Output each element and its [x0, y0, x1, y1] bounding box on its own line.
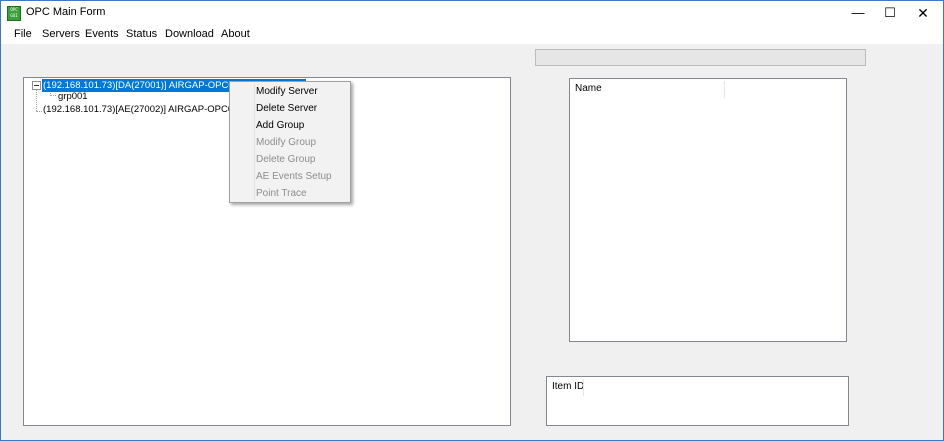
- menu-item-delete-group: Delete Group: [256, 154, 316, 165]
- menu-file[interactable]: File: [14, 28, 32, 40]
- column-header-item-id[interactable]: Item ID: [547, 377, 584, 397]
- menu-bar: File Servers Events Status Download Abou…: [1, 25, 943, 44]
- tree-connector: [50, 95, 56, 96]
- menu-gutter: [254, 84, 255, 200]
- minimize-button[interactable]: —: [841, 1, 875, 25]
- menu-item-add-group[interactable]: Add Group: [256, 117, 304, 134]
- window-title: OPC Main Form: [26, 6, 106, 18]
- menu-item-ae-events-setup: AE Events Setup: [256, 171, 332, 182]
- tree-node-group[interactable]: grp001: [57, 90, 89, 103]
- maximize-button[interactable]: ☐: [873, 1, 907, 25]
- menu-servers[interactable]: Servers: [42, 28, 80, 40]
- collapse-icon[interactable]: [32, 81, 41, 90]
- item-list-view[interactable]: Name: [569, 78, 847, 342]
- context-menu: Modify Server Delete Server Add Group Mo…: [229, 81, 351, 203]
- menu-item-point-trace: Point Trace: [256, 188, 307, 199]
- title-bar[interactable]: OPC GUI OPC Main Form — ☐ ✕: [1, 1, 943, 25]
- menu-about[interactable]: About: [221, 28, 250, 40]
- menu-item-modify-server[interactable]: Modify Server: [256, 83, 318, 100]
- progress-bar: [535, 49, 866, 66]
- menu-item-delete-server[interactable]: Delete Server: [256, 100, 317, 117]
- column-divider[interactable]: [724, 81, 725, 98]
- menu-status[interactable]: Status: [126, 28, 157, 40]
- menu-item-modify-group: Modify Group: [256, 137, 317, 148]
- main-window: OPC GUI OPC Main Form — ☐ ✕ File Servers…: [0, 0, 944, 441]
- item-id-list[interactable]: Item ID: [546, 376, 849, 426]
- menu-events[interactable]: Events: [85, 28, 119, 40]
- close-button[interactable]: ✕: [906, 1, 940, 25]
- tree-node-ae-server[interactable]: (192.168.101.73)[AE(27002)] AIRGAP-OPC02…: [42, 103, 232, 116]
- menu-download[interactable]: Download: [165, 28, 214, 40]
- column-header-name[interactable]: Name: [570, 79, 602, 99]
- app-icon: OPC GUI: [7, 6, 21, 21]
- column-divider[interactable]: [583, 379, 584, 396]
- tree-connector: [36, 90, 37, 111]
